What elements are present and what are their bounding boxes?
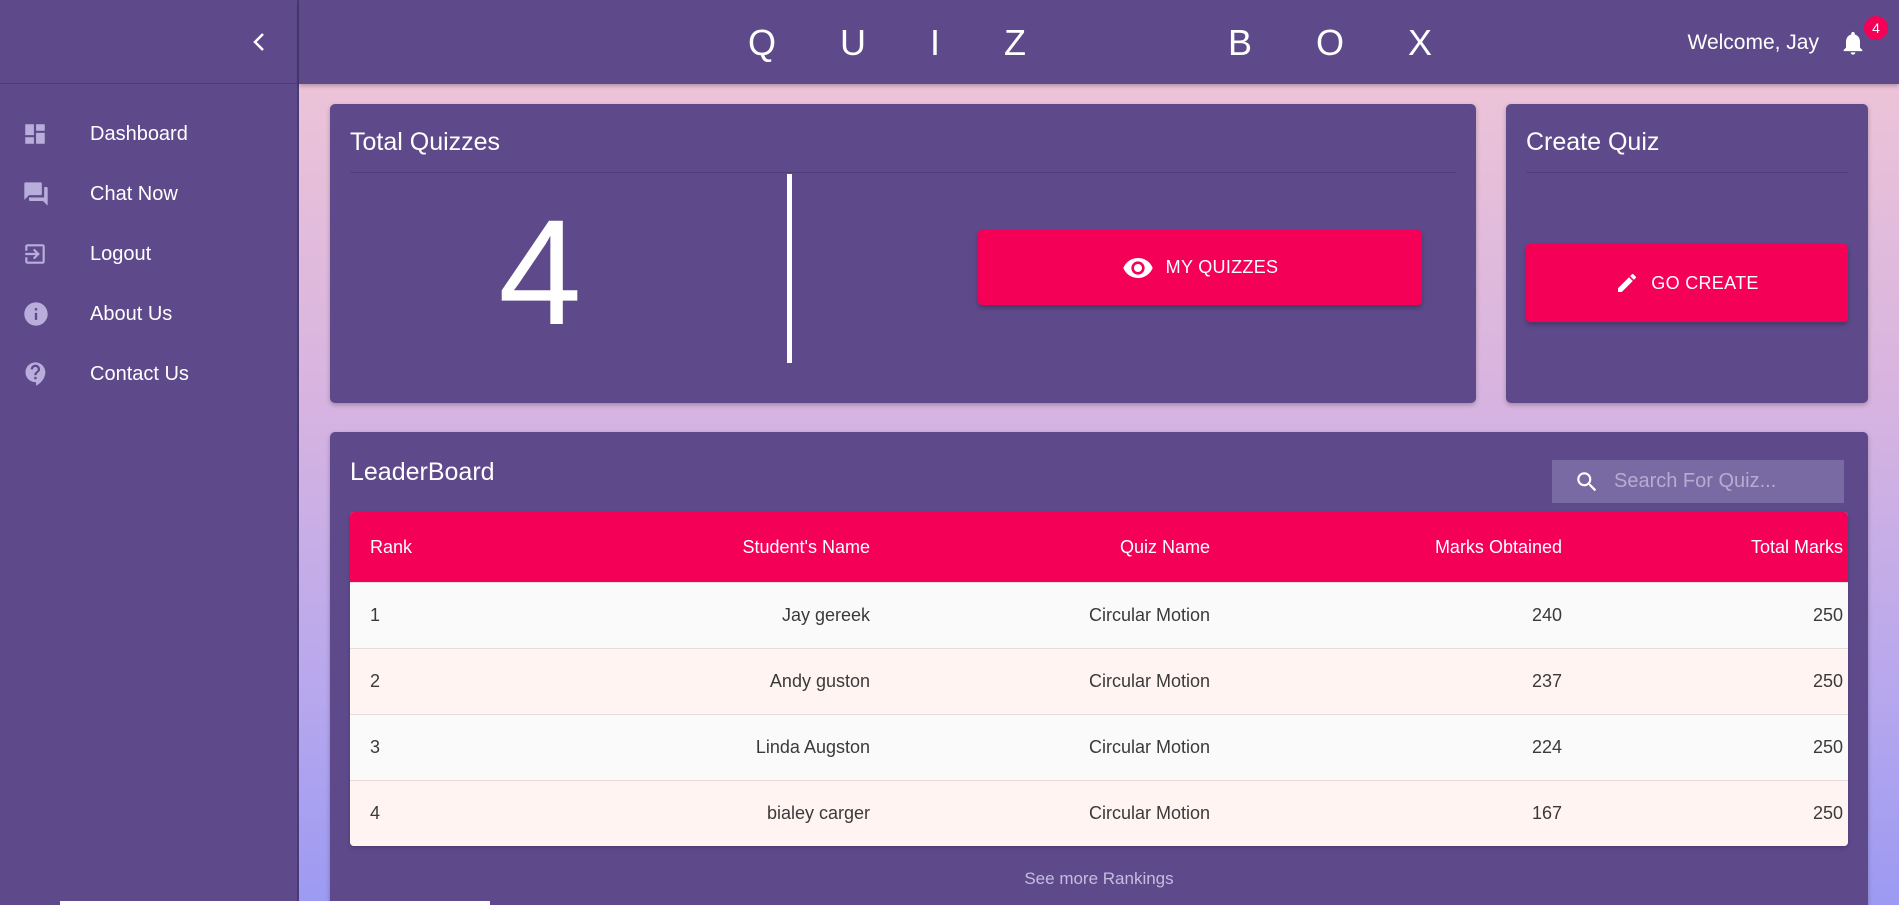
info-icon	[0, 300, 90, 328]
my-quizzes-button[interactable]: MY QUIZZES	[978, 230, 1422, 305]
dashboard-icon	[0, 121, 90, 147]
main-content: Total Quizzes 4 MY QUIZZES Create Quiz G…	[299, 84, 1899, 905]
cell-quiz-name: Circular Motion	[1088, 803, 1210, 823]
horizontal-scrollbar[interactable]	[60, 901, 490, 905]
cell-student-name: Linda Augston	[755, 737, 870, 757]
go-create-button[interactable]: GO CREATE	[1526, 244, 1848, 322]
table-row[interactable]: 1 Jay gereek Circular Motion 240 250	[350, 582, 1848, 648]
search-input[interactable]	[1614, 470, 1834, 493]
sidebar-item-label: Dashboard	[90, 122, 188, 145]
cell-total-marks: 250	[1812, 671, 1843, 691]
card-title: Create Quiz	[1526, 128, 1660, 156]
cell-rank: 1	[370, 605, 381, 625]
cell-total-marks: 250	[1812, 605, 1843, 625]
chevron-left-icon	[253, 33, 264, 51]
cell-marks-obtained: 167	[1531, 803, 1562, 823]
total-quizzes-card: Total Quizzes 4 MY QUIZZES	[330, 104, 1476, 403]
help-icon	[0, 360, 90, 388]
my-quizzes-label: MY QUIZZES	[1165, 257, 1279, 277]
cell-quiz-name: Circular Motion	[1088, 671, 1210, 691]
sidebar-item-chat-now[interactable]: Chat Now	[0, 164, 297, 224]
sidebar-item-label: Logout	[90, 242, 152, 265]
eye-icon	[1122, 257, 1153, 278]
cell-quiz-name: Circular Motion	[1088, 737, 1210, 757]
sidebar-item-dashboard[interactable]: Dashboard	[0, 104, 297, 164]
column-header-marks-obtained[interactable]: Marks Obtained	[1210, 537, 1562, 558]
sidebar-item-contact-us[interactable]: Contact Us	[0, 344, 297, 404]
cell-marks-obtained: 224	[1531, 737, 1562, 757]
card-title: Total Quizzes	[350, 128, 501, 156]
bell-icon	[1843, 31, 1863, 55]
cell-rank: 3	[370, 737, 381, 757]
table-row[interactable]: 4 bialey carger Circular Motion 167 250	[350, 780, 1848, 846]
sidebar-nav: Dashboard Chat Now Logout About Us Conta…	[0, 104, 297, 404]
sidebar-item-logout[interactable]: Logout	[0, 224, 297, 284]
brand-title: Q U I Z B O X	[747, 22, 1451, 63]
column-header-total-marks[interactable]: Total Marks	[1562, 537, 1843, 558]
column-header-student-name[interactable]: Student's Name	[470, 537, 870, 558]
cell-student-name: Andy guston	[769, 671, 870, 691]
column-header-rank[interactable]: Rank	[350, 537, 470, 558]
table-header: Rank Student's Name Quiz Name Marks Obta…	[350, 512, 1848, 582]
cell-total-marks: 250	[1812, 803, 1843, 823]
search-box	[1552, 460, 1844, 503]
cell-student-name: bialey carger	[766, 803, 870, 823]
top-app-bar: Q U I Z B O X Welcome, Jay 4	[299, 0, 1899, 84]
welcome-text: Welcome, Jay	[1687, 31, 1820, 54]
cell-student-name: Jay gereek	[781, 605, 870, 625]
search-icon	[1577, 471, 1597, 491]
cell-rank: 4	[370, 803, 381, 823]
divider	[1526, 172, 1848, 173]
leaderboard-card: LeaderBoard Rank Student's Name Quiz Nam…	[330, 432, 1868, 905]
divider	[350, 172, 1456, 173]
logout-icon	[0, 241, 90, 267]
cell-total-marks: 250	[1812, 737, 1843, 757]
column-header-quiz-name[interactable]: Quiz Name	[870, 537, 1210, 558]
sidebar-item-label: About Us	[90, 302, 173, 325]
cell-rank: 2	[370, 671, 381, 691]
sidebar-item-label: Contact Us	[90, 362, 189, 385]
table-row[interactable]: 2 Andy guston Circular Motion 237 250	[350, 648, 1848, 714]
chat-icon	[0, 180, 90, 208]
leaderboard-table: Rank Student's Name Quiz Name Marks Obta…	[350, 512, 1848, 846]
notification-badge: 4	[1864, 16, 1888, 40]
vertical-divider	[787, 174, 792, 363]
see-more-rankings-link[interactable]: See more Rankings	[330, 869, 1868, 889]
cell-quiz-name: Circular Motion	[1088, 605, 1210, 625]
create-quiz-card: Create Quiz GO CREATE	[1506, 104, 1868, 403]
sidebar-header	[0, 0, 297, 84]
cell-marks-obtained: 240	[1531, 605, 1562, 625]
collapse-sidebar-button[interactable]	[246, 28, 272, 56]
sidebar-item-about-us[interactable]: About Us	[0, 284, 297, 344]
sidebar-item-label: Chat Now	[90, 182, 178, 205]
cell-marks-obtained: 237	[1531, 671, 1562, 691]
total-quizzes-count: 4	[498, 188, 582, 356]
sidebar: Dashboard Chat Now Logout About Us Conta…	[0, 0, 299, 905]
go-create-label: GO CREATE	[1651, 272, 1759, 293]
table-row[interactable]: 3 Linda Augston Circular Motion 224 250	[350, 714, 1848, 780]
pencil-icon	[1618, 273, 1637, 292]
leaderboard-title: LeaderBoard	[350, 458, 495, 486]
